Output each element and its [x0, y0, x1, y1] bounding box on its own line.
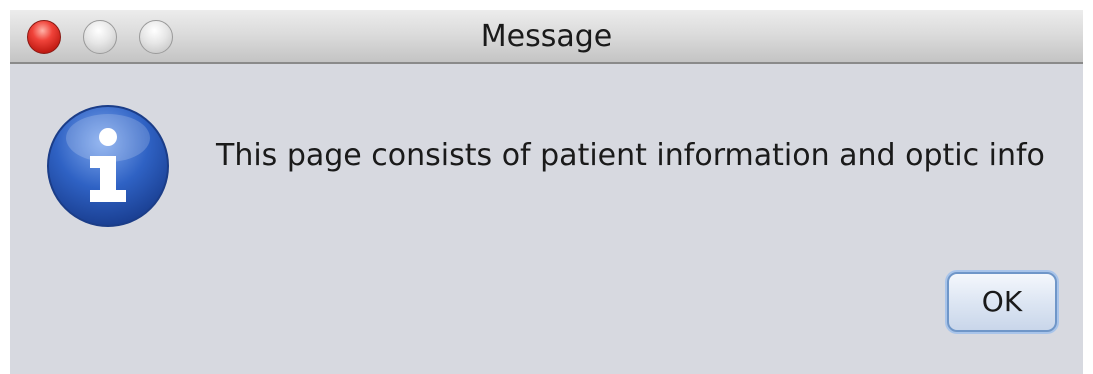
message-dialog: Message This page consists of patient in…	[10, 10, 1083, 374]
window-title: Message	[480, 19, 613, 54]
ok-button[interactable]: OK	[947, 272, 1057, 332]
message-text: This page consists of patient informatio…	[216, 138, 1045, 173]
title-bar: Message	[10, 10, 1083, 64]
info-icon	[47, 105, 169, 227]
